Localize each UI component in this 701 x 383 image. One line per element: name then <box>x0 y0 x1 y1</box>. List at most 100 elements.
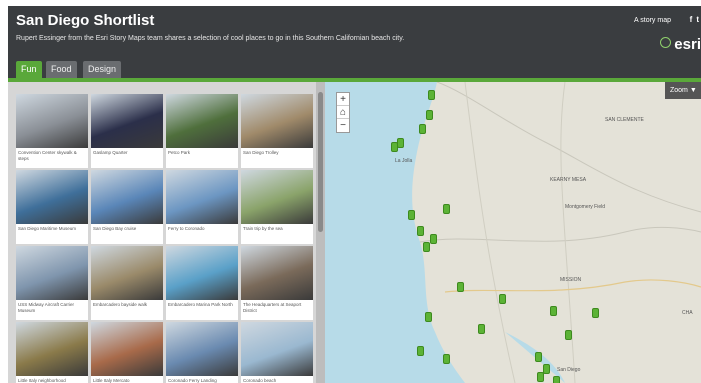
map-label: San Diego <box>557 367 581 373</box>
map-pin[interactable] <box>478 324 485 334</box>
page-subtitle: Rupert Essinger from the Esri Story Maps… <box>16 35 405 42</box>
map-pin[interactable] <box>592 308 599 318</box>
gallery-thumbnail[interactable] <box>166 246 238 300</box>
map-pin[interactable] <box>457 282 464 292</box>
gallery-thumbnail[interactable] <box>166 94 238 148</box>
gallery-tile[interactable]: Little Italy neighborhood <box>16 322 88 383</box>
social-links: f t <box>690 15 699 24</box>
gallery-caption: San Diego Trolley <box>243 150 279 155</box>
gallery-tile[interactable]: Gaslamp Quarter <box>91 94 163 168</box>
tab-fun[interactable]: Fun <box>16 61 42 78</box>
map-pin[interactable] <box>537 372 544 382</box>
map-pin[interactable] <box>397 138 404 148</box>
gallery-tile[interactable]: Embarcadero bayside walk <box>91 246 163 320</box>
map-pin[interactable] <box>417 226 424 236</box>
map-label: CHA <box>682 310 693 316</box>
map-pin[interactable] <box>565 330 572 340</box>
gallery-tile[interactable]: Coronado Ferry Landing <box>166 322 238 383</box>
gallery-tile[interactable]: Little Italy Mercato <box>91 322 163 383</box>
map-pin[interactable] <box>423 242 430 252</box>
gallery-thumbnail[interactable] <box>91 246 163 300</box>
gallery-tile[interactable]: Ferry to Coronado <box>166 170 238 244</box>
map-pin[interactable] <box>419 124 426 134</box>
gallery-tile[interactable]: Embarcadero Marina Park North <box>166 246 238 320</box>
road-line <box>464 82 516 383</box>
map-label: MISSION <box>560 277 582 283</box>
gallery-thumbnail[interactable] <box>241 322 313 376</box>
gallery-caption: Gaslamp Quarter <box>93 150 128 155</box>
gallery-thumbnail[interactable] <box>166 170 238 224</box>
map-view[interactable]: La Jolla KEARNY MESA MISSION Montgomery … <box>325 82 701 383</box>
gallery-caption: The Headquarters at Seaport District <box>243 302 302 313</box>
scrollbar-thumb[interactable] <box>318 92 323 232</box>
gallery-caption: Little Italy Mercato <box>93 378 130 383</box>
gallery-thumbnail[interactable] <box>166 322 238 376</box>
gallery-scrollbar[interactable] <box>316 82 325 383</box>
gallery-tile[interactable]: Train trip by the sea <box>241 170 313 244</box>
gallery-thumbnail[interactable] <box>91 322 163 376</box>
gallery-thumbnail[interactable] <box>16 322 88 376</box>
gallery-caption: Little Italy neighborhood <box>18 378 66 383</box>
map-pin[interactable] <box>499 294 506 304</box>
twitter-icon[interactable]: t <box>696 15 699 24</box>
map-zoom-control: + ⌂ − <box>336 92 350 133</box>
gallery-caption: Coronado Ferry Landing <box>168 378 217 383</box>
gallery-caption: Ferry to Coronado <box>168 226 205 231</box>
gallery-tile[interactable]: USS Midway Aircraft Carrier Museum <box>16 246 88 320</box>
gallery-panel: Convention Center skywalk & steps Gaslamp… <box>8 82 322 383</box>
zoom-dropdown-button[interactable]: Zoom ▼ <box>665 82 701 99</box>
map-pin[interactable] <box>426 110 433 120</box>
gallery-thumbnail[interactable] <box>91 170 163 224</box>
story-map-link[interactable]: A story map <box>634 17 671 24</box>
gallery-thumbnail[interactable] <box>241 246 313 300</box>
map-pin[interactable] <box>550 306 557 316</box>
gallery-caption: Embarcadero bayside walk <box>93 302 148 307</box>
map-pin[interactable] <box>425 312 432 322</box>
gallery-tile[interactable]: Coronado beach <box>241 322 313 383</box>
gallery-caption: Convention Center skywalk & steps <box>18 150 77 161</box>
gallery-tile[interactable]: San Diego Bay cruise <box>91 170 163 244</box>
map-label: La Jolla <box>395 158 413 164</box>
map-pin[interactable] <box>543 364 550 374</box>
road-line <box>436 82 701 213</box>
zoom-in-button[interactable]: + <box>337 93 349 106</box>
esri-logo-text: esri <box>674 36 701 53</box>
gallery-thumbnail[interactable] <box>16 246 88 300</box>
globe-icon <box>660 37 672 48</box>
gallery-thumbnail[interactable] <box>241 94 313 148</box>
facebook-icon[interactable]: f <box>690 15 693 24</box>
gallery-caption: USS Midway Aircraft Carrier Museum <box>18 302 75 313</box>
road-line <box>419 226 701 243</box>
gallery-thumbnail[interactable] <box>16 170 88 224</box>
map-pin[interactable] <box>535 352 542 362</box>
gallery-tile[interactable]: Convention Center skywalk & steps <box>16 94 88 168</box>
map-canvas <box>325 82 701 383</box>
gallery-caption: Train trip by the sea <box>243 226 283 231</box>
gallery-caption: San Diego Maritime Museum <box>18 226 77 231</box>
gallery-tile[interactable]: Petco Park <box>166 94 238 168</box>
tab-design[interactable]: Design <box>83 61 122 78</box>
map-pin[interactable] <box>428 90 435 100</box>
zoom-out-button[interactable]: − <box>337 119 349 132</box>
map-pin[interactable] <box>443 354 450 364</box>
esri-logo[interactable]: esri <box>660 36 701 53</box>
map-pin[interactable] <box>417 346 424 356</box>
home-button[interactable]: ⌂ <box>337 106 349 119</box>
gallery-tile[interactable]: San Diego Trolley <box>241 94 313 168</box>
gallery-tile[interactable]: San Diego Maritime Museum <box>16 170 88 244</box>
gallery-caption: Petco Park <box>168 150 191 155</box>
gallery-caption: San Diego Bay cruise <box>93 226 137 231</box>
map-pin[interactable] <box>443 204 450 214</box>
tab-food[interactable]: Food <box>46 61 77 78</box>
map-label: KEARNY MESA <box>550 177 587 183</box>
gallery-tile[interactable]: The Headquarters at Seaport District <box>241 246 313 320</box>
map-pin[interactable] <box>408 210 415 220</box>
gallery-thumbnail[interactable] <box>241 170 313 224</box>
tab-bar: Fun Food Design <box>8 58 701 78</box>
map-label: Montgomery Field <box>565 204 606 210</box>
map-label: SAN CLEMENTE <box>605 117 644 123</box>
map-pin[interactable] <box>430 234 437 244</box>
gallery-thumbnail[interactable] <box>91 94 163 148</box>
gallery-thumbnail[interactable] <box>16 94 88 148</box>
map-pin[interactable] <box>553 376 560 383</box>
